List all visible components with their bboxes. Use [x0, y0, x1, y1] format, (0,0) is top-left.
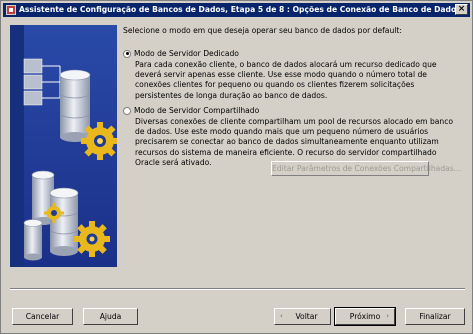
chevron-right-icon: › — [386, 312, 389, 320]
close-button[interactable]: × — [455, 4, 468, 15]
mode-prompt: Selecione o modo em que deseja operar se… — [123, 26, 402, 35]
database-cylinder-bottom-left — [23, 219, 43, 261]
radio-dedicated-server[interactable]: Modo de Servidor Dedicado — [123, 49, 239, 58]
back-button[interactable]: ‹ Voltar — [274, 308, 331, 325]
footer-separator — [10, 288, 465, 290]
close-icon: × — [457, 4, 466, 14]
next-button[interactable]: Próximo › — [334, 307, 396, 326]
chevron-left-icon: ‹ — [280, 312, 283, 320]
finish-button[interactable]: Finalizar — [405, 308, 465, 325]
wizard-window: Assistente de Configuração de Bancos de … — [0, 0, 473, 334]
oracle-app-icon — [6, 5, 16, 15]
back-label: Voltar — [295, 312, 318, 321]
database-server-illustration — [10, 25, 117, 267]
wizard-illustration — [10, 25, 117, 267]
help-button[interactable]: Ajuda — [83, 308, 138, 325]
server-stack-top — [23, 58, 61, 106]
radio-button-selected[interactable] — [123, 49, 131, 58]
edit-shared-connection-parameters-button[interactable]: Editar Parâmetros de Conexões Compartilh… — [271, 161, 461, 176]
cancel-button[interactable]: Cancelar — [12, 308, 73, 325]
database-cylinder-top — [59, 69, 91, 142]
radio-shared-server[interactable]: Modo de Servidor Compartilhado — [123, 106, 259, 115]
radio-button-unselected[interactable] — [123, 106, 131, 115]
dedicated-description: Para cada conexão cliente, o banco de da… — [135, 60, 437, 100]
radio-shared-label[interactable]: Modo de Servidor Compartilhado — [134, 106, 259, 115]
window-title: Assistente de Configuração de Bancos de … — [19, 5, 461, 14]
gear-icon — [74, 221, 110, 257]
radio-dedicated-label[interactable]: Modo de Servidor Dedicado — [134, 49, 239, 58]
title-bar[interactable]: Assistente de Configuração de Bancos de … — [3, 3, 470, 17]
next-label: Próximo — [349, 312, 381, 321]
